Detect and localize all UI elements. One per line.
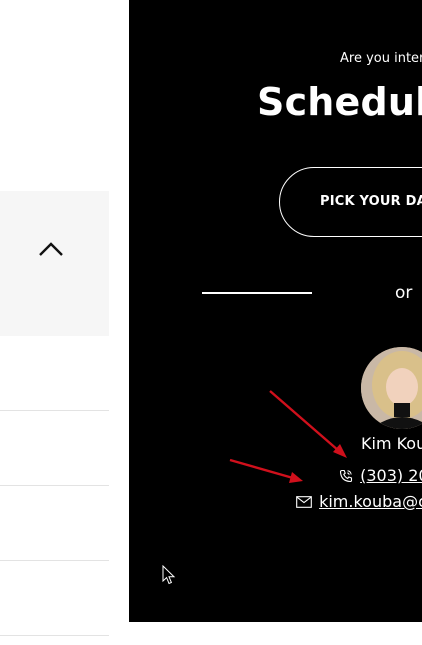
agent-email-link[interactable]: kim.kouba@co: [319, 492, 422, 511]
agent-phone-link[interactable]: (303) 20: [360, 466, 422, 485]
list-divider: [0, 485, 109, 486]
or-label: or: [395, 283, 413, 303]
pick-date-button-label: PICK YOUR DAT: [320, 194, 422, 209]
schedule-headline: Schedule: [257, 80, 422, 124]
accordion-header[interactable]: [0, 191, 109, 336]
list-divider: [0, 635, 109, 636]
or-divider-line: [202, 292, 312, 294]
agent-avatar: [361, 347, 422, 429]
mouse-pointer-icon: [162, 565, 176, 585]
agent-name: Kim Kou: [361, 434, 422, 453]
schedule-contact-panel: Are you inter Schedule PICK YOUR DAT or …: [129, 0, 422, 622]
eyebrow-text: Are you inter: [340, 51, 422, 66]
pick-date-button[interactable]: PICK YOUR DAT: [279, 167, 422, 237]
phone-icon: [339, 469, 353, 482]
left-page-panel: [0, 0, 129, 645]
chevron-up-icon[interactable]: [38, 241, 64, 257]
list-divider: [0, 560, 109, 561]
list-divider: [0, 410, 109, 411]
agent-photo: [361, 347, 422, 429]
agent-phone-row: (303) 20: [339, 465, 422, 485]
agent-email-row: kim.kouba@co: [296, 491, 422, 511]
mail-icon: [296, 495, 312, 508]
